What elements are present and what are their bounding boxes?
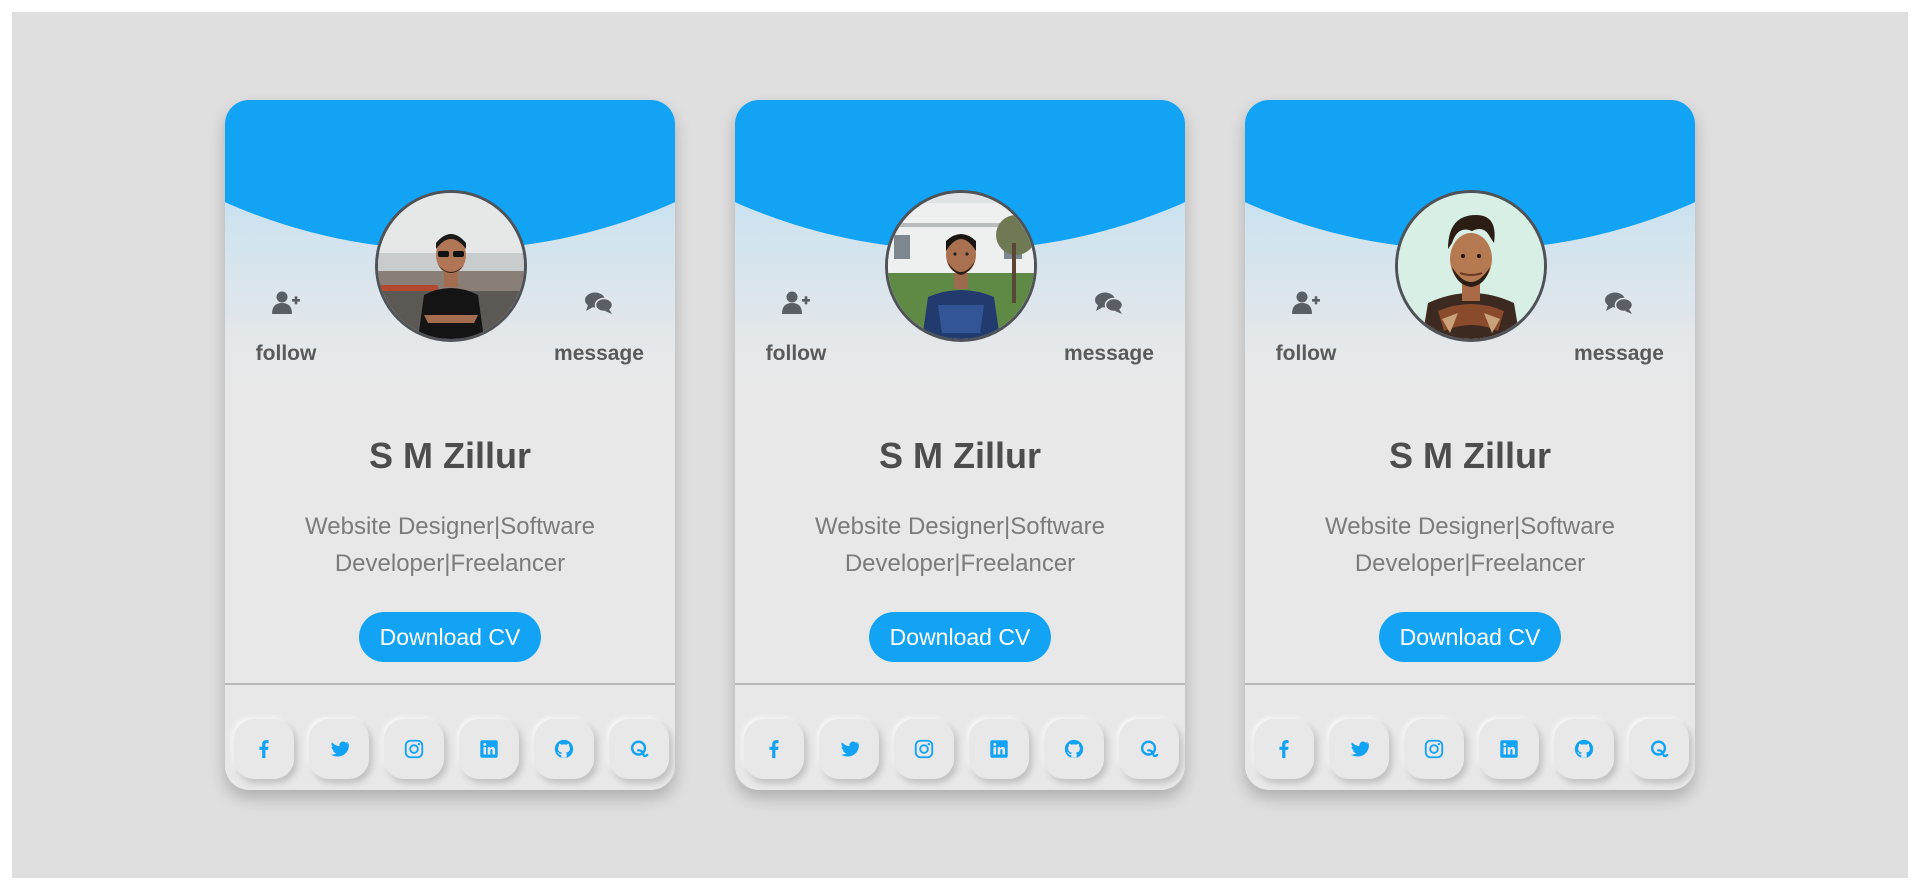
user-plus-icon: [272, 290, 300, 316]
profile-name: S M Zillur: [369, 435, 531, 476]
profile-role: Website Designer|Software Developer|Free…: [815, 513, 1105, 577]
message-label: message: [1064, 342, 1154, 365]
user-plus-icon: [1292, 290, 1320, 316]
twitter-link[interactable]: [1329, 719, 1389, 779]
quora-link[interactable]: [1629, 719, 1689, 779]
linkedin-link[interactable]: [459, 719, 519, 779]
user-plus-icon: [782, 290, 810, 316]
follow-button[interactable]: follow: [1251, 290, 1361, 366]
profile-photo: [378, 193, 524, 339]
profile-photo: [888, 193, 1034, 339]
download-cv-button[interactable]: Download CV: [359, 612, 541, 662]
instagram-icon: [914, 739, 934, 759]
divider: [1245, 683, 1695, 685]
profile-role: Website Designer|Software Developer|Free…: [1325, 513, 1615, 577]
instagram-icon: [1424, 739, 1444, 759]
profile-name: S M Zillur: [1389, 435, 1551, 476]
profile-name: S M Zillur: [879, 435, 1041, 476]
twitter-link[interactable]: [309, 719, 369, 779]
social-links: [744, 719, 1179, 779]
profile-cards: follow message S M Zillur Website Design…: [225, 100, 1695, 790]
facebook-link[interactable]: [744, 719, 804, 779]
download-cv-button[interactable]: Download CV: [1379, 612, 1561, 662]
follow-label: follow: [255, 342, 317, 365]
social-links: [1254, 719, 1689, 779]
linkedin-link[interactable]: [1479, 719, 1539, 779]
quora-link[interactable]: [609, 719, 669, 779]
message-label: message: [1574, 342, 1664, 365]
github-link[interactable]: [1554, 719, 1614, 779]
facebook-link[interactable]: [234, 719, 294, 779]
follow-label: follow: [765, 342, 827, 365]
facebook-link[interactable]: [1254, 719, 1314, 779]
github-icon: [554, 739, 574, 759]
instagram-link[interactable]: [1404, 719, 1464, 779]
instagram-link[interactable]: [384, 719, 444, 779]
twitter-icon: [330, 741, 349, 757]
linkedin-icon: [990, 740, 1008, 758]
twitter-icon: [1350, 741, 1369, 757]
message-label: message: [554, 342, 644, 365]
page-background: follow message S M Zillur Website Design…: [12, 12, 1908, 878]
divider: [225, 683, 675, 685]
follow-button[interactable]: follow: [741, 290, 851, 366]
download-cv-button[interactable]: Download CV: [869, 612, 1051, 662]
instagram-icon: [404, 739, 424, 759]
divider: [735, 683, 1185, 685]
profile-card: follow message S M Zillur Website Design…: [1245, 100, 1695, 790]
message-button[interactable]: message: [544, 290, 654, 366]
message-button[interactable]: message: [1564, 290, 1674, 366]
linkedin-link[interactable]: [969, 719, 1029, 779]
profile-card: follow message S M Zillur Website Design…: [225, 100, 675, 790]
facebook-icon: [769, 740, 779, 759]
quora-link[interactable]: [1119, 719, 1179, 779]
comments-icon: [1095, 290, 1123, 316]
follow-button[interactable]: follow: [231, 290, 341, 366]
avatar: [1395, 190, 1547, 342]
quora-icon: [630, 740, 649, 758]
profile-card: follow message S M Zillur Website Design…: [735, 100, 1185, 790]
follow-label: follow: [1275, 342, 1337, 365]
comments-icon: [585, 290, 613, 316]
quora-icon: [1650, 740, 1669, 758]
facebook-icon: [1279, 740, 1289, 759]
message-button[interactable]: message: [1054, 290, 1164, 366]
avatar: [375, 190, 527, 342]
profile-role: Website Designer|Software Developer|Free…: [305, 513, 595, 577]
github-icon: [1574, 739, 1594, 759]
avatar: [885, 190, 1037, 342]
social-links: [234, 719, 669, 779]
twitter-icon: [840, 741, 859, 757]
profile-photo: [1398, 193, 1544, 339]
quora-icon: [1140, 740, 1159, 758]
comments-icon: [1605, 290, 1633, 316]
instagram-link[interactable]: [894, 719, 954, 779]
github-link[interactable]: [534, 719, 594, 779]
facebook-icon: [259, 740, 269, 759]
github-icon: [1064, 739, 1084, 759]
github-link[interactable]: [1044, 719, 1104, 779]
linkedin-icon: [1500, 740, 1518, 758]
linkedin-icon: [480, 740, 498, 758]
twitter-link[interactable]: [819, 719, 879, 779]
